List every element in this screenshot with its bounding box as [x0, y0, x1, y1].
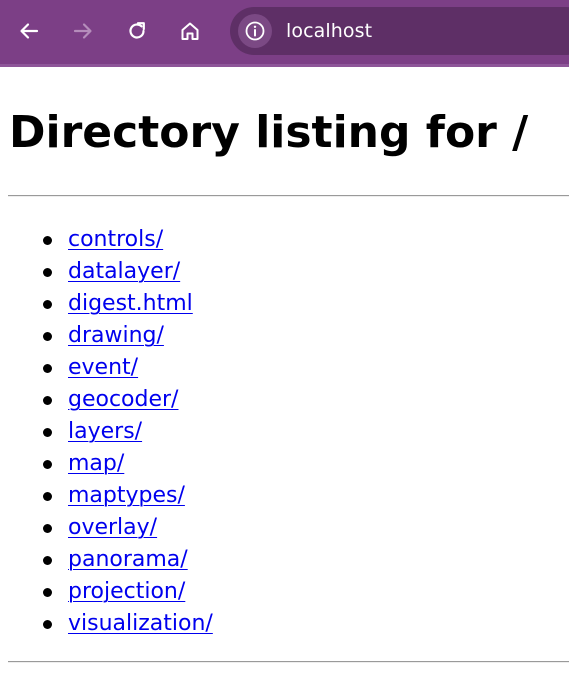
bullet-icon — [43, 588, 52, 597]
home-button[interactable] — [173, 14, 207, 48]
list-item: visualization/ — [0, 608, 213, 640]
directory-link[interactable]: map/ — [68, 451, 124, 476]
list-item: panorama/ — [0, 544, 213, 576]
list-item: projection/ — [0, 576, 213, 608]
back-arrow-icon — [20, 23, 39, 39]
list-item: event/ — [0, 352, 213, 384]
directory-link[interactable]: visualization/ — [68, 611, 213, 636]
bullet-icon — [43, 396, 52, 405]
list-item: drawing/ — [0, 320, 213, 352]
bullet-icon — [43, 236, 52, 245]
list-item: datalayer/ — [0, 256, 213, 288]
forward-arrow-icon — [73, 23, 92, 39]
directory-link[interactable]: layers/ — [68, 419, 142, 444]
directory-link[interactable]: maptypes/ — [68, 483, 185, 508]
bullet-icon — [43, 300, 52, 309]
reload-icon — [129, 22, 145, 39]
directory-link[interactable]: overlay/ — [68, 515, 157, 540]
list-item: digest.html — [0, 288, 213, 320]
file-link[interactable]: digest.html — [68, 291, 193, 316]
directory-link[interactable]: event/ — [68, 355, 138, 380]
directory-link[interactable]: datalayer/ — [68, 259, 180, 284]
list-item: map/ — [0, 448, 213, 480]
bullet-icon — [43, 332, 52, 341]
browser-toolbar: localhost — [0, 0, 569, 64]
home-icon — [181, 22, 199, 40]
site-info-icon — [245, 21, 265, 41]
address-bar[interactable]: localhost — [230, 7, 569, 55]
directory-link[interactable]: controls/ — [68, 227, 163, 252]
directory-list: controls/ datalayer/ digest.html drawing… — [0, 224, 213, 640]
site-info-button[interactable] — [238, 14, 272, 48]
page-content: Directory listing for / controls/ datala… — [0, 67, 569, 673]
bullet-icon — [43, 556, 52, 565]
directory-link[interactable]: geocoder/ — [68, 387, 178, 412]
url-text[interactable]: localhost — [286, 19, 372, 43]
directory-link[interactable]: projection/ — [68, 579, 185, 604]
bullet-icon — [43, 364, 52, 373]
bullet-icon — [43, 620, 52, 629]
list-item: geocoder/ — [0, 384, 213, 416]
list-item: layers/ — [0, 416, 213, 448]
back-button[interactable] — [12, 14, 46, 48]
page-title: Directory listing for / — [9, 107, 529, 158]
bullet-icon — [43, 460, 52, 469]
list-item: maptypes/ — [0, 480, 213, 512]
directory-link[interactable]: drawing/ — [68, 323, 164, 348]
top-divider — [8, 195, 569, 197]
bullet-icon — [43, 492, 52, 501]
directory-link[interactable]: panorama/ — [68, 547, 188, 572]
forward-button[interactable] — [66, 14, 100, 48]
bullet-icon — [43, 428, 52, 437]
bullet-icon — [43, 524, 52, 533]
bullet-icon — [43, 268, 52, 277]
bottom-divider — [8, 661, 569, 663]
list-item: overlay/ — [0, 512, 213, 544]
list-item: controls/ — [0, 224, 213, 256]
reload-button[interactable] — [120, 14, 154, 48]
